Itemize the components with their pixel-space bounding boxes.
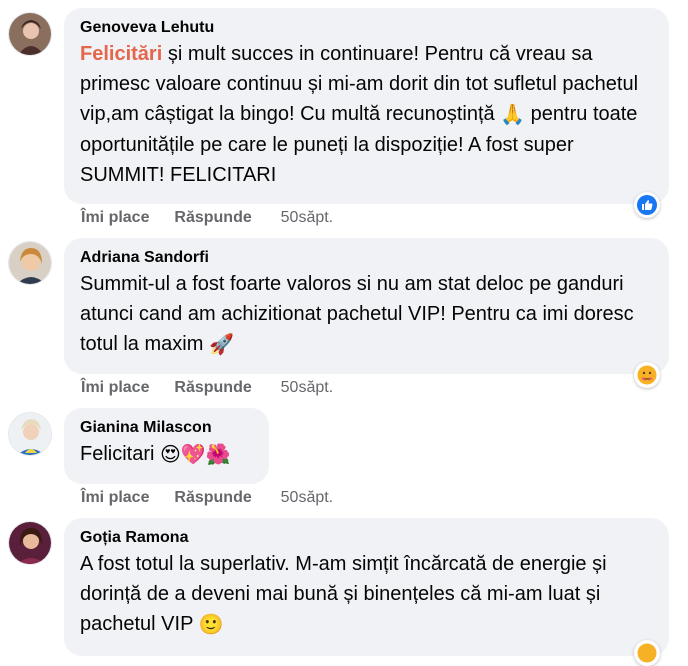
comment-text-part: Felicitari <box>80 443 161 465</box>
comment-bubble: Adriana Sandorfi Summit-ul a fost foarte… <box>64 238 669 374</box>
comment-timestamp[interactable]: 50săpt. <box>281 379 333 396</box>
like-link[interactable]: Îmi place <box>81 379 149 396</box>
highlight-word: Felicitări <box>80 43 163 65</box>
comment-author[interactable]: Goția Ramona <box>80 527 653 549</box>
like-reaction-icon[interactable] <box>634 192 660 218</box>
reply-link[interactable]: Răspunde <box>174 209 251 226</box>
care-reaction-icon[interactable] <box>634 362 660 388</box>
comment-text: A fost totul la superlativ. M-am simțit … <box>80 549 653 640</box>
comment-bubble: Genoveva Lehutu Felicitări și mult succe… <box>64 8 669 204</box>
comment-text: Summit-ul a fost foarte valoros si nu am… <box>80 269 653 360</box>
reply-link[interactable]: Răspunde <box>174 379 251 396</box>
comment-timestamp[interactable]: 50săpt. <box>281 489 333 506</box>
comment-actions: Îmi place Răspunde 50săpt. <box>81 489 333 507</box>
pray-emoji-icon: 🙏 <box>500 103 526 126</box>
smile-emoji-icon: 🙂 <box>198 613 224 636</box>
reaction-icon[interactable] <box>634 640 660 666</box>
rocket-emoji-icon: 🚀 <box>208 333 234 356</box>
comment-timestamp[interactable]: 50săpt. <box>281 209 333 226</box>
like-link[interactable]: Îmi place <box>81 489 149 506</box>
heart-eyes-emoji-icon: 😍💖🌺 <box>160 443 231 466</box>
comment-actions: Îmi place Răspunde 50săpt. <box>81 209 333 227</box>
comment-text-part: A fost totul la superlativ. M-am simțit … <box>80 553 607 635</box>
avatar[interactable] <box>8 12 52 56</box>
comment-author[interactable]: Genoveva Lehutu <box>80 17 653 39</box>
comment-actions: Îmi place Răspunde 50săpt. <box>81 379 333 397</box>
avatar[interactable] <box>8 521 52 565</box>
avatar[interactable] <box>8 241 52 285</box>
comment-text: Felicitări și mult succes in continuare!… <box>80 39 653 190</box>
comment-author[interactable]: Gianina Milascon <box>80 417 253 439</box>
comment-bubble: Goția Ramona A fost totul la superlativ.… <box>64 518 669 656</box>
comment-bubble: Gianina Milascon Felicitari 😍💖🌺 <box>64 408 269 484</box>
comment-text-part: Summit-ul a fost foarte valoros si nu am… <box>80 273 634 355</box>
like-link[interactable]: Îmi place <box>81 209 149 226</box>
comment-author[interactable]: Adriana Sandorfi <box>80 247 653 269</box>
avatar[interactable] <box>8 412 52 456</box>
reply-link[interactable]: Răspunde <box>174 489 251 506</box>
comment-text: Felicitari 😍💖🌺 <box>80 439 253 470</box>
